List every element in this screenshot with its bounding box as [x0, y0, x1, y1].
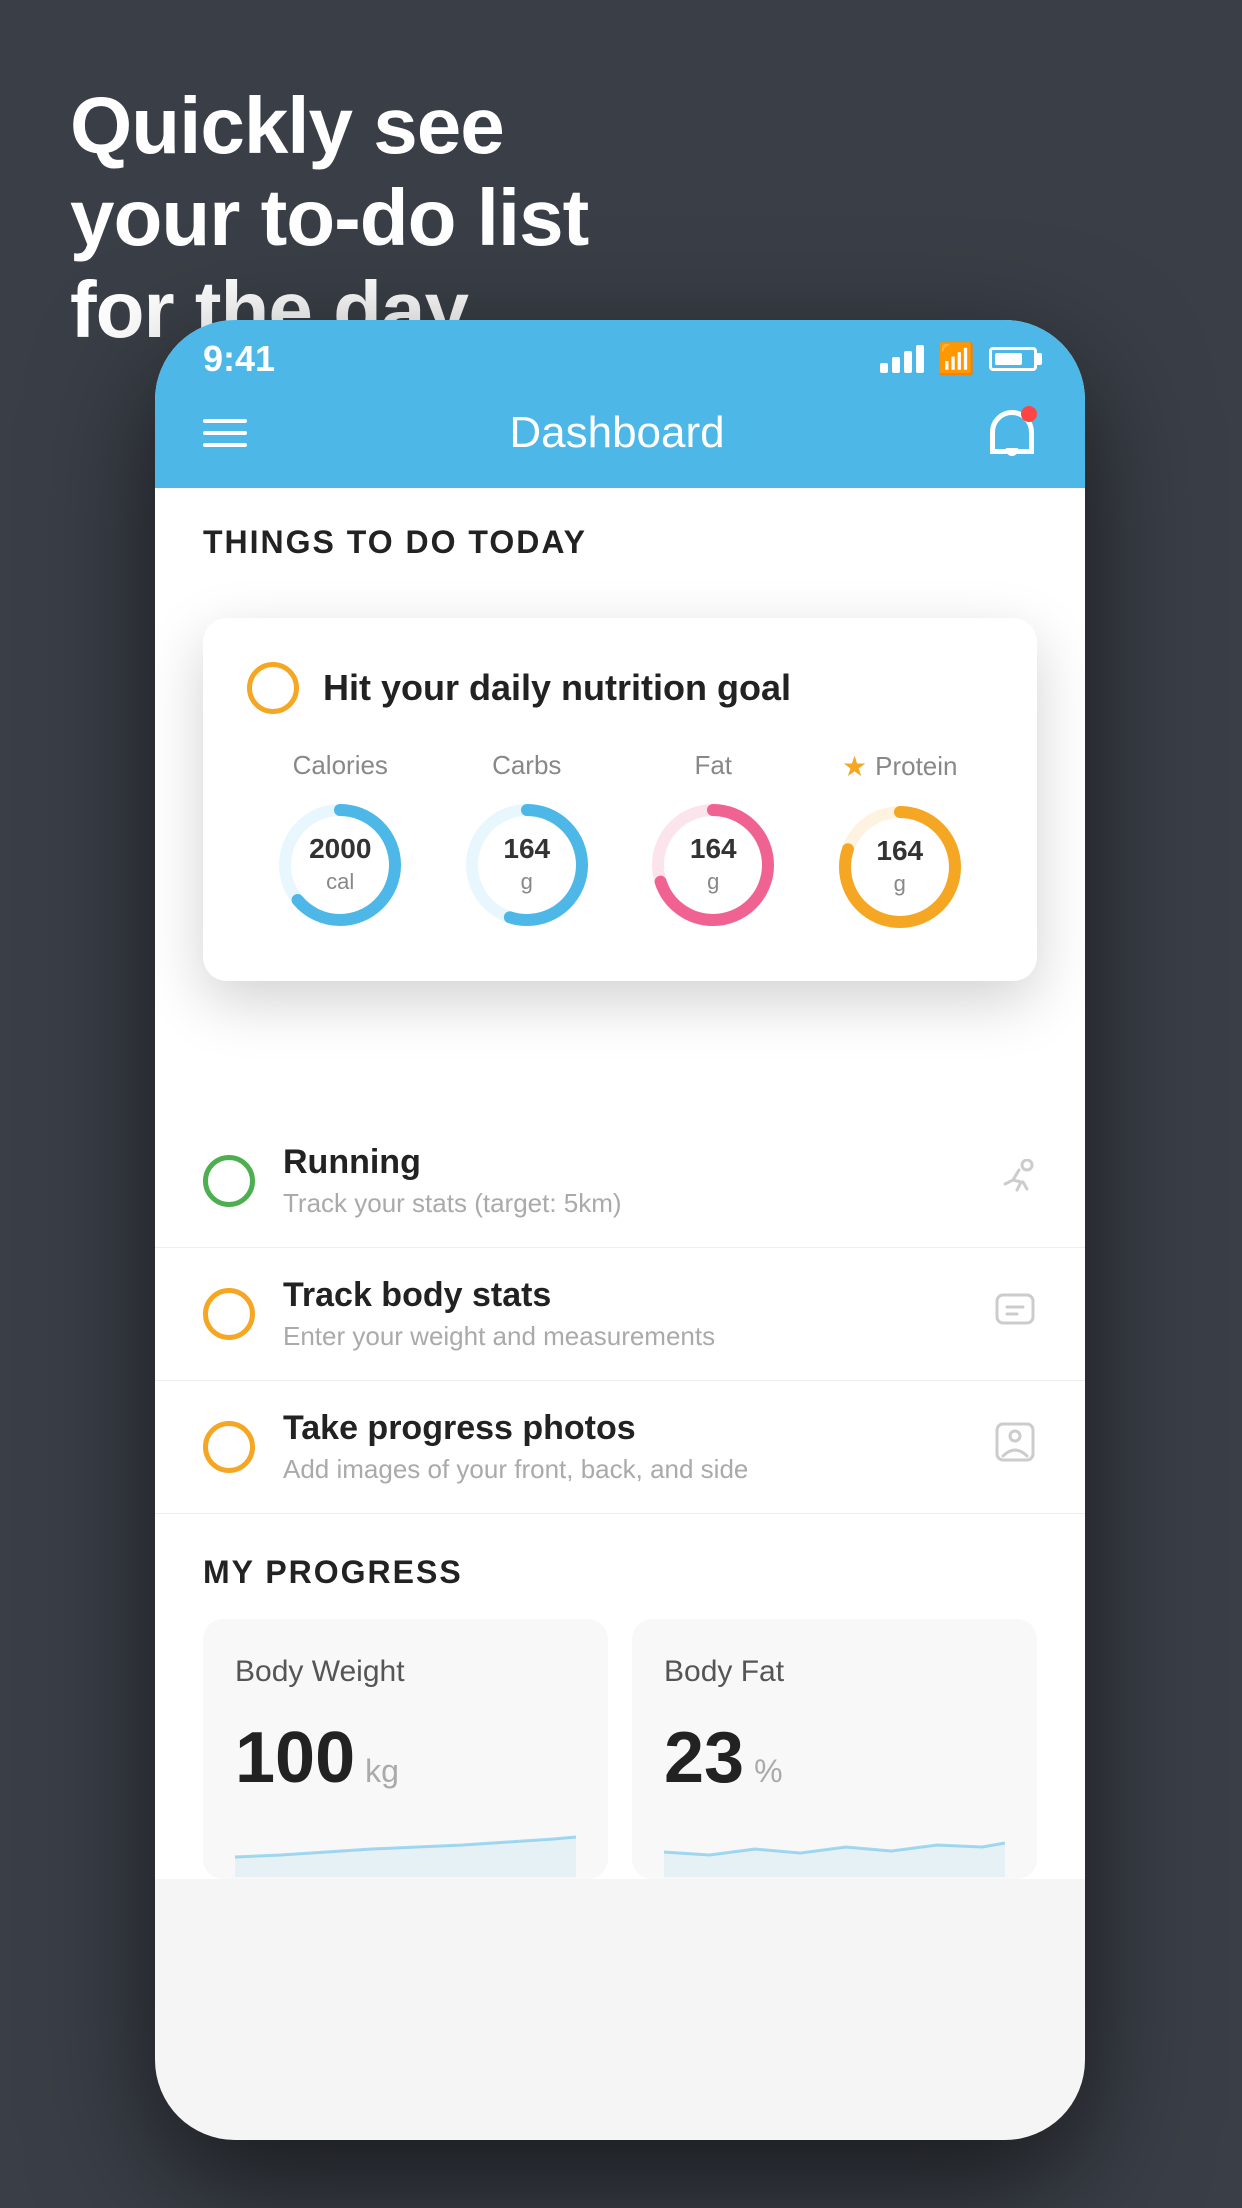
todo-running-title: Running — [283, 1143, 965, 1182]
nutrition-circles: Calories 2000 cal Carbs — [247, 750, 993, 937]
progress-section: MY PROGRESS Body Weight 100 kg — [155, 1554, 1085, 1879]
protein-donut: 164 g — [830, 797, 970, 937]
nutrition-card: Hit your daily nutrition goal Calories 2… — [203, 618, 1037, 981]
fat-donut: 164 g — [643, 795, 783, 935]
todo-running-subtitle: Track your stats (target: 5km) — [283, 1188, 965, 1219]
body-fat-value: 23 % — [664, 1717, 1005, 1799]
running-icon — [993, 1157, 1037, 1205]
star-icon: ★ — [842, 750, 867, 783]
progress-cards: Body Weight 100 kg Body Fat — [203, 1619, 1037, 1879]
notification-bell[interactable] — [987, 406, 1037, 460]
todo-photos-title: Take progress photos — [283, 1409, 965, 1448]
carbs-value: 164 g — [503, 834, 550, 896]
calories-value: 2000 cal — [309, 834, 371, 896]
carbs-label: Carbs — [492, 750, 561, 781]
fat-value: 164 g — [690, 834, 737, 896]
body-weight-title: Body Weight — [235, 1655, 576, 1689]
todo-list: Running Track your stats (target: 5km) — [155, 1115, 1085, 1514]
nav-bar: Dashboard — [155, 390, 1085, 488]
content-area: THINGS TO DO TODAY Hit your daily nutrit… — [155, 488, 1085, 1879]
status-bar: 9:41 📶 — [155, 320, 1085, 390]
person-icon — [993, 1420, 1037, 1474]
body-weight-card: Body Weight 100 kg — [203, 1619, 608, 1879]
hamburger-menu[interactable] — [203, 419, 247, 447]
body-fat-graph — [664, 1817, 1005, 1877]
todo-running[interactable]: Running Track your stats (target: 5km) — [155, 1115, 1085, 1248]
calories-donut: 2000 cal — [270, 795, 410, 935]
body-weight-unit: kg — [365, 1753, 399, 1790]
protein-value: 164 g — [876, 836, 923, 898]
todo-circle-nutrition — [247, 662, 299, 714]
body-fat-unit: % — [754, 1753, 782, 1790]
body-fat-title: Body Fat — [664, 1655, 1005, 1689]
todo-circle-running — [203, 1155, 255, 1207]
things-to-do-header: THINGS TO DO TODAY — [155, 488, 1085, 585]
body-weight-graph — [235, 1817, 576, 1877]
todo-photos-subtitle: Add images of your front, back, and side — [283, 1454, 965, 1485]
status-icons: 📶 — [880, 342, 1037, 377]
battery-icon — [989, 347, 1037, 371]
body-weight-value: 100 kg — [235, 1717, 576, 1799]
carbs-donut: 164 g — [457, 795, 597, 935]
phone-mockup: 9:41 📶 Dashboard THINGS TO D — [155, 320, 1085, 2140]
todo-body-stats-title: Track body stats — [283, 1276, 965, 1315]
hero-text: Quickly see your to-do list for the day. — [70, 80, 588, 356]
fat-label: Fat — [694, 750, 732, 781]
status-time: 9:41 — [203, 338, 275, 380]
nav-title: Dashboard — [509, 408, 724, 458]
calories-label: Calories — [293, 750, 388, 781]
nutrition-card-title: Hit your daily nutrition goal — [323, 667, 791, 709]
nutrition-fat: Fat 164 g — [643, 750, 783, 935]
todo-circle-photos — [203, 1421, 255, 1473]
todo-circle-body-stats — [203, 1288, 255, 1340]
protein-label: ★ Protein — [842, 750, 958, 783]
todo-body-stats-subtitle: Enter your weight and measurements — [283, 1321, 965, 1352]
progress-header: MY PROGRESS — [203, 1554, 1037, 1591]
signal-icon — [880, 345, 924, 373]
body-fat-card: Body Fat 23 % — [632, 1619, 1037, 1879]
nutrition-carbs: Carbs 164 g — [457, 750, 597, 935]
nutrition-calories: Calories 2000 cal — [270, 750, 410, 935]
scale-icon — [993, 1287, 1037, 1341]
wifi-icon: 📶 — [938, 342, 975, 377]
todo-progress-photos[interactable]: Take progress photos Add images of your … — [155, 1381, 1085, 1514]
todo-body-stats[interactable]: Track body stats Enter your weight and m… — [155, 1248, 1085, 1381]
nutrition-protein: ★ Protein 164 g — [830, 750, 970, 937]
